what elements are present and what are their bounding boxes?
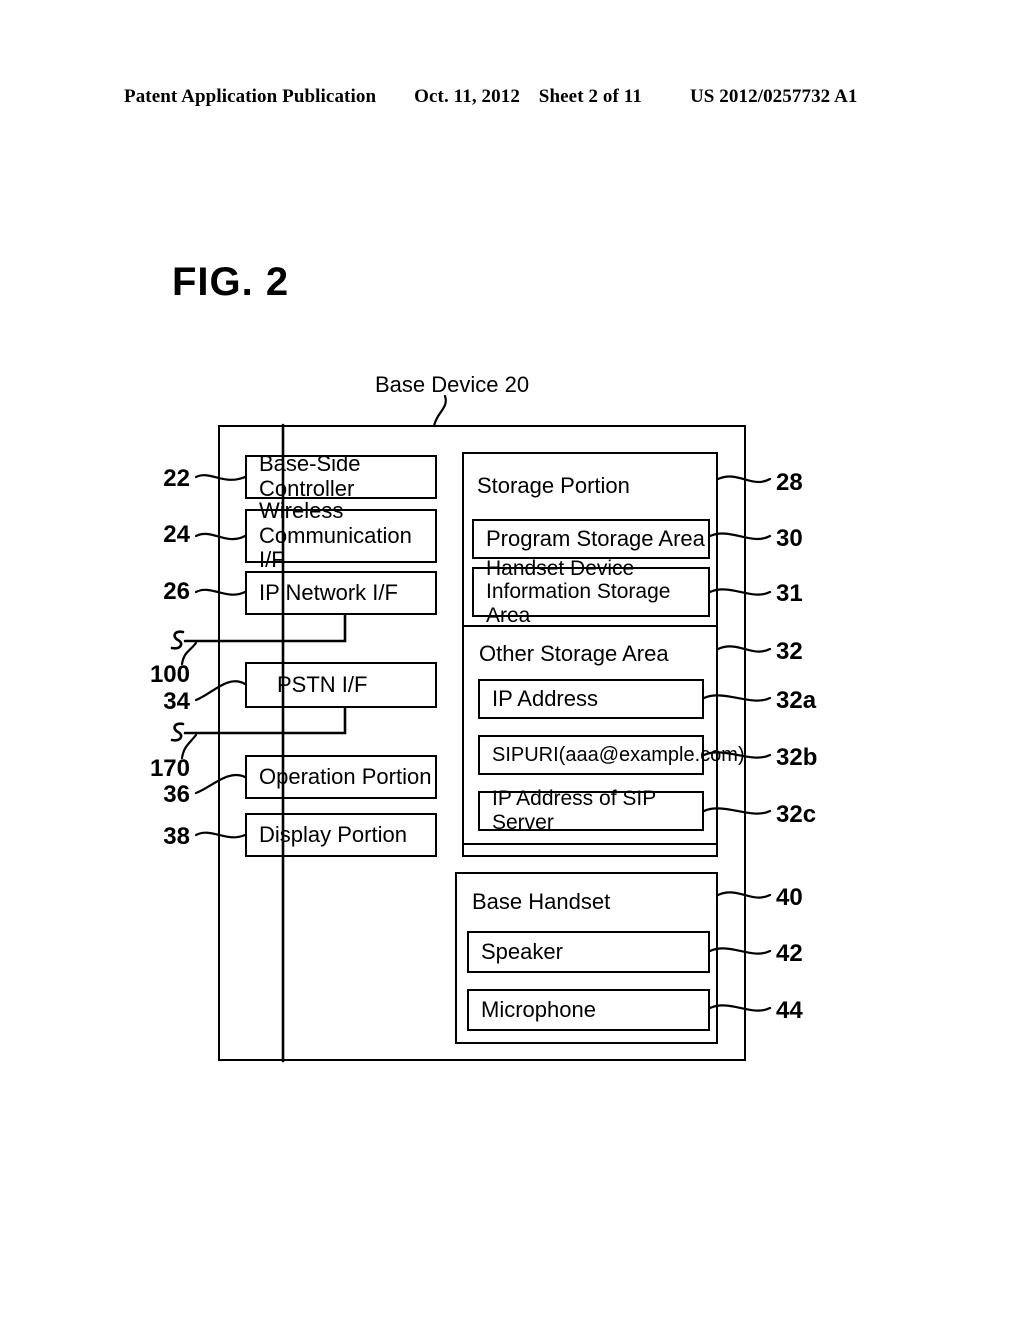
block-label: Display Portion [259,821,407,847]
block-program-storage-area[interactable]: Program Storage Area [472,519,710,559]
block-label: IP Address of SIP Server [492,787,656,834]
ref-num-170: 170 [149,755,190,782]
ref-num-30: 30 [776,525,803,552]
block-speaker[interactable]: Speaker [467,931,710,973]
block-microphone[interactable]: Microphone [467,989,710,1031]
block-label: IP Network I/F [259,579,398,605]
group-title-other-storage-area: Other Storage Area [479,641,669,666]
block-label: SIPURI(aaa@example.com) [492,743,745,766]
publication-title: Patent Application Publication [124,86,377,107]
block-base-side-controller[interactable]: Base-Side Controller [245,451,437,501]
ref-num-40: 40 [776,884,803,911]
ref-num-32a: 32a [776,687,817,714]
group-title-storage-portion: Storage Portion [477,473,630,498]
block-label: Handset Device Information Storage Area [486,556,671,627]
block-label: Operation Portion [259,763,432,789]
break-mark-100 [170,630,185,650]
ref-num-34: 34 [163,688,190,715]
ref-num-22: 22 [163,465,190,492]
ref-num-42: 42 [776,940,803,967]
block-label: Base-Side Controller [259,451,361,501]
block-sipuri[interactable]: SIPURI(aaa@example.com) [478,735,745,775]
block-label: Microphone [481,996,596,1022]
ref-num-100: 100 [149,661,190,688]
block-label: Program Storage Area [486,525,705,551]
figure-title: FIG. 2 [172,260,290,304]
leader-base-device [432,394,447,428]
block-pstn-if[interactable]: PSTN I/F [245,662,437,708]
block-ip-network-if[interactable]: IP Network I/F [245,571,437,615]
block-display-portion[interactable]: Display Portion [245,813,437,857]
ref-num-32: 32 [776,638,803,665]
ref-num-28: 28 [776,469,803,496]
ref-num-26: 26 [163,578,190,605]
publication-date: Oct. 11, 2012 [414,86,520,107]
patent-number: US 2012/0257732 A1 [689,86,858,107]
ref-num-24: 24 [163,521,190,548]
base-device-caption: Base Device 20 [375,372,530,397]
block-label: PSTN I/F [277,671,368,697]
block-ip-address-of-sip-server[interactable]: IP Address of SIP Server [478,787,704,834]
block-handset-device-information-storage-area[interactable]: Handset Device Information Storage Area [472,557,710,627]
ref-num-44: 44 [776,997,803,1024]
block-label: Wireless Communication I/F [259,498,412,573]
patent-figure-page: Patent Application Publication Oct. 11, … [0,0,1024,1320]
ref-num-32c: 32c [776,801,817,828]
publication-header: Patent Application Publication Oct. 11, … [124,86,900,108]
ref-num-31: 31 [776,580,803,607]
block-label: IP Address [492,685,598,711]
break-mark-170 [170,722,185,742]
ref-num-36: 36 [163,781,190,808]
block-wireless-communication-if[interactable]: Wireless Communication I/F [245,498,437,572]
block-operation-portion[interactable]: Operation Portion [245,755,437,799]
ref-num-32b: 32b [776,744,818,771]
block-ip-address[interactable]: IP Address [478,679,704,719]
block-label: Speaker [481,938,563,964]
group-title-base-handset: Base Handset [472,889,611,914]
publication-date-sheet: Oct. 11, 2012 Sheet 2 of 11 [414,86,642,108]
sheet-number: Sheet 2 of 11 [538,86,642,107]
ref-num-38: 38 [163,823,190,850]
